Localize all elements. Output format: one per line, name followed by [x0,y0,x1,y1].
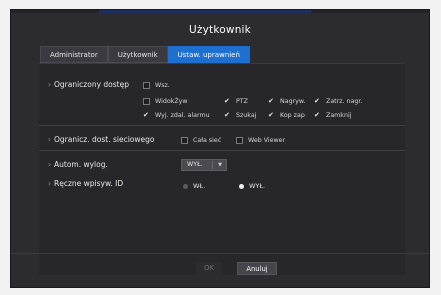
top-accent-bar [11,10,429,13]
bullet-icon: › [48,160,51,169]
checkbox-whole-network[interactable]: Cała sieć [181,137,221,144]
section-divider [39,150,405,151]
auto-logout-select[interactable]: WYŁ. ▼ [181,159,227,171]
checkbox-unchecked-icon [181,137,188,144]
checkbox-unchecked-icon [143,98,150,105]
checkbox-stop-record[interactable]: ✔ Zatrz. nagr. [314,97,362,106]
checkbox-web-viewer[interactable]: Web Viewer [236,137,285,144]
user-settings-dialog: Użytkownik Administrator Użytkownik Usta… [10,9,430,288]
bullet-icon: › [48,80,51,89]
tab-permissions[interactable]: Ustaw. uprawnień [167,46,250,63]
checkbox-unchecked-icon [236,137,243,144]
radio-manual-id-off[interactable]: WYŁ. [239,182,265,190]
cancel-button[interactable]: Anuluj [237,262,277,275]
checkmark-icon: ✔ [143,111,149,119]
radio-off-icon [183,183,188,189]
permissions-content: › Ograniczony dostęp Wsz. WidokŻyw ✔ PTZ ✔… [39,63,405,275]
checkbox-unchecked-icon [143,82,150,89]
checkmark-icon: ✔ [268,97,274,105]
checkbox-record[interactable]: ✔ Nagryw. [268,97,305,106]
auto-logout-value: WYŁ. [187,161,203,168]
checkbox-shutdown[interactable]: ✔ Zamknij [314,111,351,120]
checkbox-ptz[interactable]: ✔ PTZ [224,97,248,106]
radio-on-icon [239,183,244,189]
checkbox-alarm-out[interactable]: ✔ Wyj. zdal. alarmu [143,111,210,120]
select-separator [212,161,213,169]
checkmark-icon: ✔ [268,111,274,119]
ok-button[interactable]: OK [196,262,222,275]
checkmark-icon: ✔ [314,111,320,119]
auto-logout-label: › Autom. wylog. [48,160,108,169]
bullet-icon: › [48,135,51,144]
bullet-icon: › [48,179,51,188]
tab-administrator[interactable]: Administrator [40,46,108,63]
checkmark-icon: ✔ [224,111,230,119]
manual-id-label: › Ręczne wpisyw. ID [48,179,124,188]
section-divider [39,125,405,126]
chevron-down-icon: ▼ [218,162,222,168]
footer-divider [11,253,429,254]
radio-manual-id-on[interactable]: WŁ. [183,182,205,190]
checkmark-icon: ✔ [314,97,320,105]
checkbox-backup[interactable]: ✔ Kop zap [268,111,305,120]
dialog-title: Użytkownik [189,24,251,36]
checkmark-icon: ✔ [224,97,230,105]
checkbox-search[interactable]: ✔ Szukaj [224,111,256,120]
checkbox-all[interactable]: Wsz. [143,82,170,89]
network-restrict-label: › Ogranicz. dost. sieciowego [48,135,155,144]
tab-bar: Administrator Użytkownik Ustaw. uprawnie… [40,46,250,63]
restricted-access-label: › Ograniczony dostęp [48,80,129,89]
checkbox-live-view[interactable]: WidokŻyw [143,98,188,105]
tab-user[interactable]: Użytkownik [107,46,168,63]
